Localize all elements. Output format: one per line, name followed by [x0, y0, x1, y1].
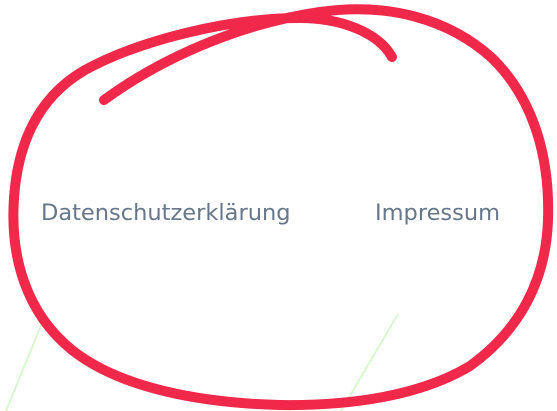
footer-links: Datenschutzerklärung Impressum — [0, 0, 557, 411]
privacy-policy-link[interactable]: Datenschutzerklärung — [41, 195, 291, 231]
imprint-link[interactable]: Impressum — [375, 195, 500, 231]
